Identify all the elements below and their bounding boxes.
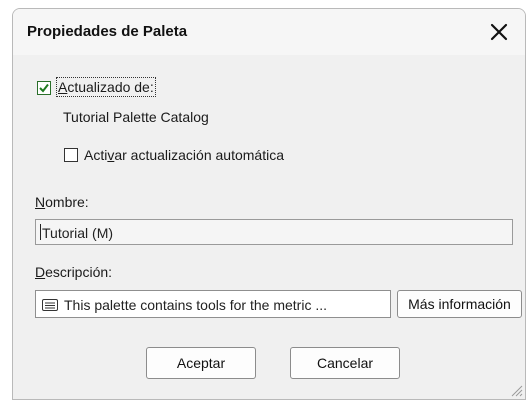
auto-update-label[interactable]: Activar actualización automática xyxy=(84,147,284,163)
description-value: This palette contains tools for the metr… xyxy=(64,297,328,313)
checkmark-icon xyxy=(39,83,49,93)
title-bar: Propiedades de Paleta xyxy=(13,9,525,55)
resize-grip-icon[interactable] xyxy=(509,383,523,397)
name-value: Tutorial (M) xyxy=(42,225,114,241)
name-label: Nombre: xyxy=(35,194,89,210)
auto-update-checkbox[interactable] xyxy=(64,148,78,162)
more-info-button[interactable]: Más información xyxy=(397,290,522,318)
notes-icon xyxy=(42,299,58,311)
update-source-text: Tutorial Palette Catalog xyxy=(63,109,209,125)
name-field[interactable]: Tutorial (M) xyxy=(35,219,513,245)
cancel-button[interactable]: Cancelar xyxy=(290,347,400,379)
ok-button[interactable]: Aceptar xyxy=(146,347,256,379)
palette-properties-dialog: Propiedades de Paleta Actualizado de: Tu… xyxy=(12,8,526,400)
update-from-checkbox[interactable] xyxy=(37,81,51,95)
update-from-label[interactable]: Actualizado de: xyxy=(56,77,156,97)
description-label: Descripción: xyxy=(35,264,113,280)
close-button[interactable] xyxy=(479,13,519,51)
description-field[interactable]: This palette contains tools for the metr… xyxy=(35,290,391,318)
close-icon xyxy=(490,23,508,41)
dialog-title: Propiedades de Paleta xyxy=(27,23,188,40)
text-cursor xyxy=(40,224,41,240)
